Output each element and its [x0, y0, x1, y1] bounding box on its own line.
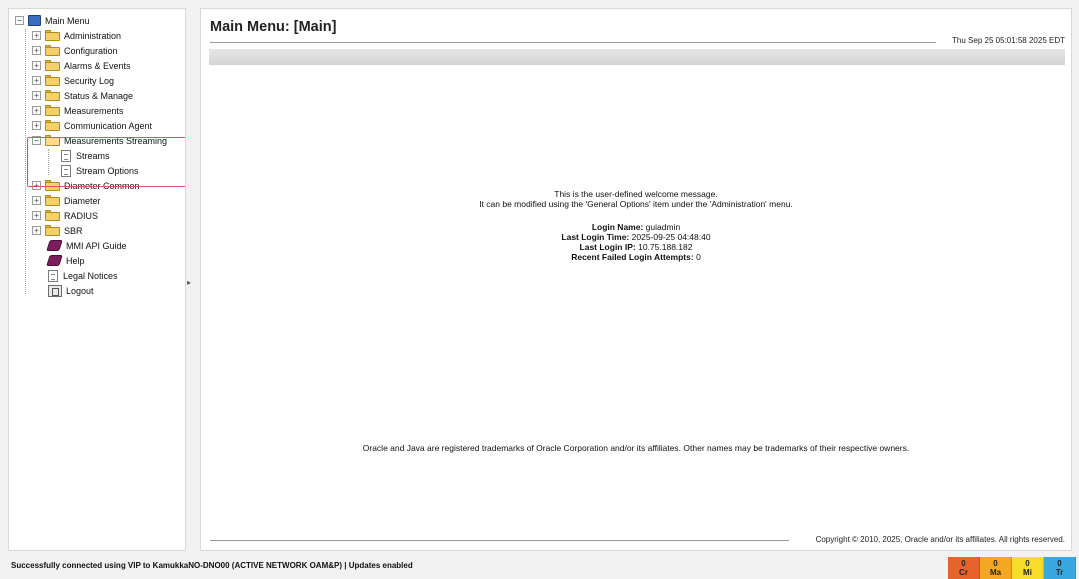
expand-icon[interactable]: +: [32, 91, 41, 100]
server-datetime: Thu Sep 25 05:01:58 2025 EDT: [952, 36, 1065, 45]
tree-label: Legal Notices: [63, 270, 118, 281]
expand-icon[interactable]: +: [32, 76, 41, 85]
alarm-minor[interactable]: 0 Mi: [1012, 557, 1044, 579]
last-login-time-label: Last Login Time:: [561, 232, 630, 242]
login-name-row: Login Name: guiadmin: [201, 222, 1071, 232]
expand-icon[interactable]: +: [32, 226, 41, 235]
folder-icon: [45, 90, 60, 101]
highlight-box: [27, 137, 185, 187]
footer-divider: [210, 540, 789, 541]
welcome-line-1: This is the user-defined welcome message…: [554, 189, 718, 199]
book-icon: [46, 240, 63, 251]
folder-icon: [45, 195, 60, 206]
tree-label: SBR: [64, 225, 83, 236]
tree-label: Logout: [66, 285, 94, 296]
tree-label: RADIUS: [64, 210, 99, 221]
last-login-time-row: Last Login Time: 2025-09-25 04:48:40: [201, 232, 1071, 242]
welcome-message: This is the user-defined welcome message…: [201, 189, 1071, 209]
alarm-critical[interactable]: 0 Cr: [948, 557, 980, 579]
failed-login-value: 0: [696, 252, 701, 262]
failed-login-label: Recent Failed Login Attempts:: [571, 252, 694, 262]
trademark-notice: Oracle and Java are registered trademark…: [362, 443, 910, 453]
tree-root-main-menu[interactable]: − Main Menu: [15, 13, 90, 28]
folder-icon: [45, 120, 60, 131]
last-login-ip-label: Last Login IP:: [579, 242, 636, 252]
expand-icon[interactable]: +: [32, 211, 41, 220]
folder-icon: [45, 30, 60, 41]
tree-label: Configuration: [64, 45, 118, 56]
alarm-major[interactable]: 0 Ma: [980, 557, 1012, 579]
last-login-ip-row: Last Login IP: 10.75.188.182: [201, 242, 1071, 252]
alarm-label: Ma: [989, 568, 1002, 577]
folder-icon: [45, 225, 60, 236]
login-info: Login Name: guiadmin Last Login Time: 20…: [201, 222, 1071, 262]
page-toolbar: [209, 49, 1065, 65]
tree-item-sbr[interactable]: + SBR: [32, 223, 83, 238]
expand-icon[interactable]: +: [32, 196, 41, 205]
title-divider: [210, 42, 936, 43]
alarm-count: 0: [1057, 559, 1062, 568]
tree-item-status-manage[interactable]: + Status & Manage: [32, 88, 133, 103]
login-name-value: guiadmin: [645, 222, 681, 232]
tree-item-help[interactable]: Help: [46, 253, 85, 268]
panel-splitter-handle[interactable]: ▸: [187, 278, 192, 290]
tree-item-mmi-api-guide[interactable]: MMI API Guide: [46, 238, 127, 253]
last-login-ip-value: 10.75.188.182: [638, 242, 693, 252]
document-icon: [48, 269, 58, 282]
tree-item-measurements[interactable]: + Measurements: [32, 103, 124, 118]
alarm-label: Tr: [1055, 568, 1064, 577]
tree-label: Main Menu: [45, 15, 90, 26]
collapse-icon[interactable]: −: [15, 16, 24, 25]
tree-item-security-log[interactable]: + Security Log: [32, 73, 114, 88]
tree-label: MMI API Guide: [66, 240, 127, 251]
tree-item-configuration[interactable]: + Configuration: [32, 43, 118, 58]
alarm-trace[interactable]: 0 Tr: [1044, 557, 1076, 579]
expand-icon[interactable]: +: [32, 121, 41, 130]
page-title: Main Menu: [Main]: [210, 19, 337, 35]
navigation-tree-panel: − Main Menu + Administration + Configura…: [8, 8, 186, 551]
folder-icon: [45, 60, 60, 71]
alarm-count: 0: [1025, 559, 1030, 568]
expand-icon[interactable]: +: [32, 106, 41, 115]
tree-label: Help: [66, 255, 85, 266]
folder-icon: [45, 45, 60, 56]
alarm-summary[interactable]: 0 Cr 0 Ma 0 Mi 0 Tr: [948, 557, 1076, 579]
alarm-count: 0: [993, 559, 998, 568]
logout-icon: [48, 284, 62, 297]
alarm-count: 0: [961, 559, 966, 568]
tree-item-logout[interactable]: Logout: [48, 283, 94, 298]
folder-icon: [45, 105, 60, 116]
tree-item-communication-agent[interactable]: + Communication Agent: [32, 118, 152, 133]
tree-label: Alarms & Events: [64, 60, 131, 71]
tree-item-legal-notices[interactable]: Legal Notices: [48, 268, 118, 283]
expand-icon[interactable]: +: [32, 61, 41, 70]
login-name-label: Login Name:: [591, 222, 644, 232]
expand-icon[interactable]: +: [32, 46, 41, 55]
connection-status: Successfully connected using VIP to Kamu…: [11, 561, 413, 570]
last-login-time-value: 2025-09-25 04:48:40: [631, 232, 711, 242]
tree-item-administration[interactable]: + Administration: [32, 28, 121, 43]
folder-icon: [45, 210, 60, 221]
tree-item-diameter[interactable]: + Diameter: [32, 193, 101, 208]
tree-label: Administration: [64, 30, 122, 41]
tree-label: Status & Manage: [64, 90, 134, 101]
alarm-label: Cr: [959, 568, 968, 577]
expand-icon[interactable]: +: [32, 31, 41, 40]
tree-label: Diameter: [64, 195, 101, 206]
folder-icon: [45, 75, 60, 86]
welcome-line-2: It can be modified using the 'General Op…: [479, 199, 793, 209]
tree-label: Communication Agent: [64, 120, 153, 131]
alarm-label: Mi: [1023, 568, 1032, 577]
main-menu-icon: [28, 15, 41, 26]
tree-item-alarms-events[interactable]: + Alarms & Events: [32, 58, 131, 73]
tree-label: Security Log: [64, 75, 115, 86]
book-icon: [46, 255, 63, 266]
main-content-panel: Main Menu: [Main] Thu Sep 25 05:01:58 20…: [200, 8, 1072, 551]
copyright-notice: Copyright © 2010, 2025, Oracle and/or it…: [815, 535, 1065, 544]
failed-login-row: Recent Failed Login Attempts: 0: [201, 252, 1071, 262]
tree-item-radius[interactable]: + RADIUS: [32, 208, 98, 223]
tree-label: Measurements: [64, 105, 124, 116]
